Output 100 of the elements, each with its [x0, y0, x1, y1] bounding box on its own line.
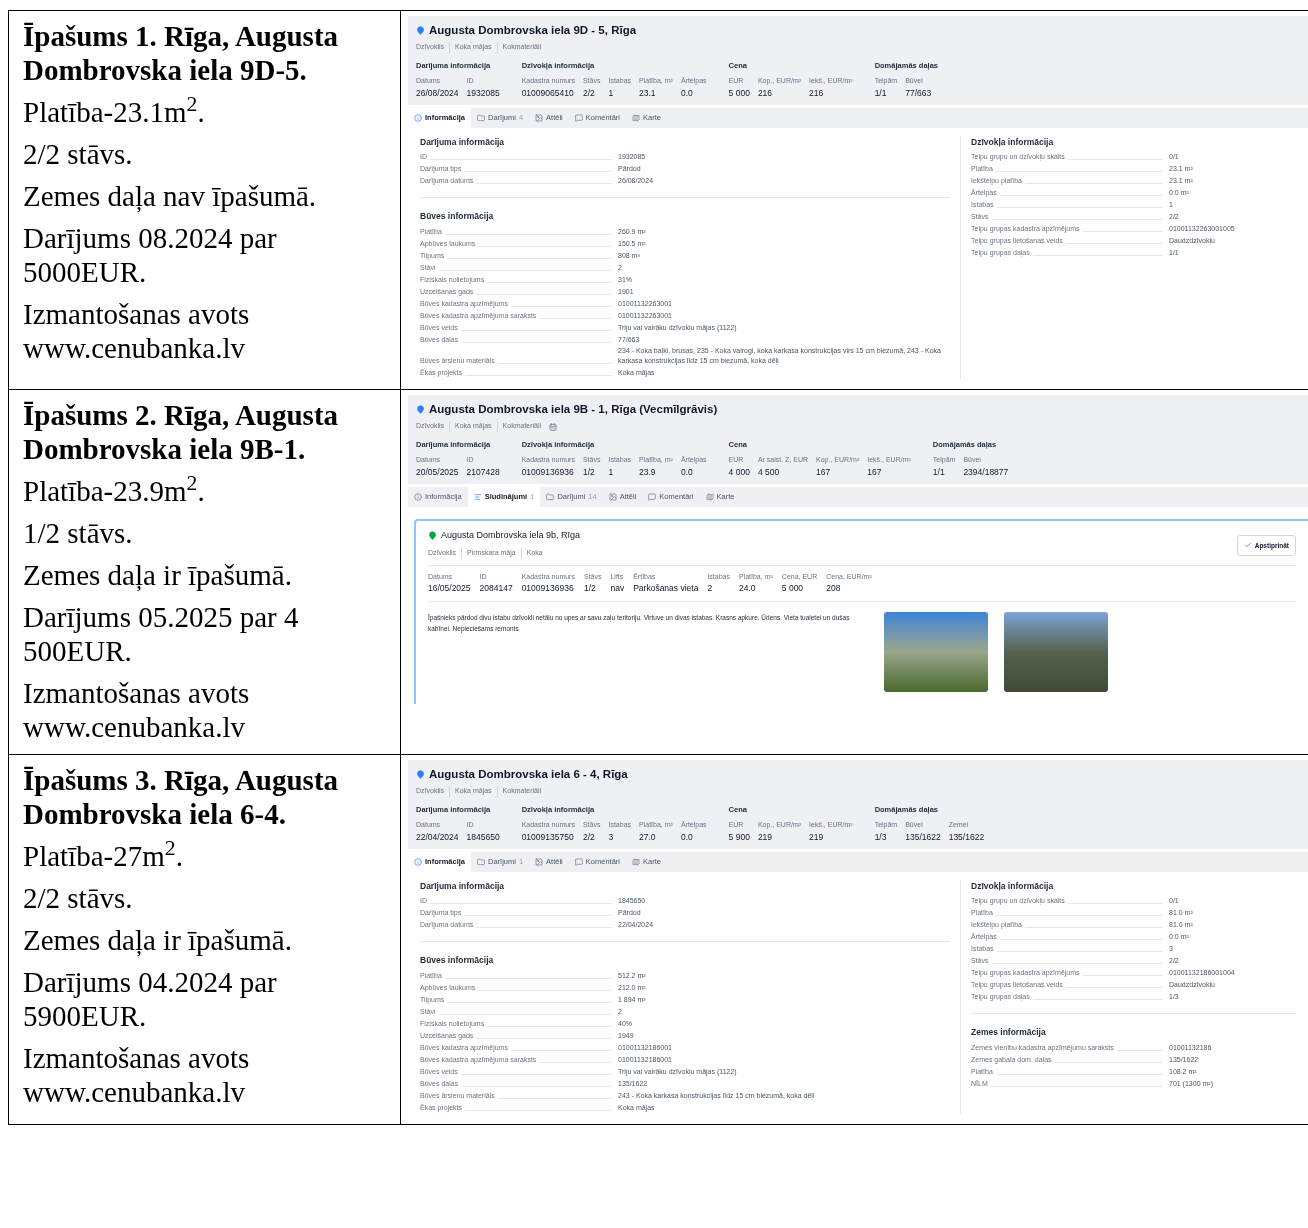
field-value: 167	[816, 465, 832, 479]
field-value: 2/2	[582, 86, 596, 100]
field-value: nav	[610, 582, 625, 595]
field-value: 1/2	[583, 582, 597, 595]
section-title: Darījuma informācija	[420, 879, 506, 893]
property-detail: 2/2 stāvs.	[23, 137, 134, 171]
field-value: 16/05/2025	[428, 582, 471, 595]
field-value: 2	[707, 582, 714, 595]
property-detail: Zemes daļa nav īpašumā.	[23, 179, 318, 213]
image-icon	[608, 492, 617, 501]
check-icon	[1243, 541, 1252, 550]
info-icon	[414, 857, 422, 866]
field-value: 22/04/2024	[416, 830, 459, 844]
folder-icon	[477, 857, 485, 866]
field-value: 2394/18877	[963, 465, 1009, 479]
property-detail: Platība-27m$^{2}$.	[23, 839, 184, 873]
info-icon	[414, 113, 422, 122]
folder-icon	[477, 113, 485, 122]
photo-placeholder[interactable]	[884, 611, 988, 692]
field-value: 0.0	[680, 86, 694, 100]
lines-icon	[473, 492, 482, 501]
field-value: 219	[809, 830, 825, 844]
field-value: 1/2	[582, 465, 596, 479]
map-icon	[705, 492, 714, 501]
field-value: 01009136936	[521, 465, 575, 479]
field-value: 20/05/2025	[416, 465, 459, 479]
field-value: 0.0	[680, 465, 694, 479]
field-value: 26/08/2024	[416, 86, 459, 100]
field-value: 0.0	[680, 830, 694, 844]
section-title: Būves informācija	[420, 210, 495, 223]
location-pin-icon	[416, 26, 425, 36]
section-title: Būves informācija	[420, 954, 495, 967]
field-value: 24.0	[738, 582, 757, 595]
field-value: 1/1	[932, 465, 946, 479]
address-title: Augusta Dombrovska iela 9B - 1, Rīga (Vecmīlgrāvis)	[429, 402, 718, 417]
field-value: 219	[757, 830, 774, 844]
field-value: 2/2	[582, 830, 596, 844]
comment-icon	[648, 492, 657, 501]
field-value: 23.9	[639, 465, 657, 479]
field-value: 3	[608, 830, 615, 844]
field-value: 01009135750	[521, 830, 575, 844]
property-detail: Izmantošanas avots www.cenubanka.lv	[23, 1041, 251, 1109]
image-icon	[535, 113, 544, 122]
property-detail: Izmantošanas avots www.cenubanka.lv	[23, 297, 251, 365]
field-value: 1845650	[466, 830, 500, 844]
field-value: 1/1	[874, 86, 888, 100]
field-value: 5 000	[781, 582, 805, 595]
section-title: Dzīvokļa informācija	[971, 135, 1055, 149]
field-value: 5 900	[728, 830, 750, 844]
map-icon	[632, 113, 640, 122]
field-value: 1	[608, 465, 615, 479]
location-pin-icon	[416, 405, 425, 415]
property-title: Īpašums 2. Rīga, Augusta Dombrovska iela 9B-1.	[23, 398, 340, 466]
address-title: Augusta Dombrovska iela 6 - 4, Rīga	[429, 767, 628, 782]
property-detail: Darījums 05.2025 par 4 500EUR.	[23, 600, 300, 668]
image-icon	[535, 857, 544, 866]
section-title: Darījuma informācija	[420, 135, 506, 149]
property-title: Īpašums 1. Rīga, Augusta Dombrovska iela 9D-5.	[23, 19, 340, 87]
section-title: Dzīvokļa informācija	[971, 879, 1055, 893]
field-value: 208	[826, 582, 842, 595]
field-value: 23.1	[639, 86, 657, 100]
calendar-icon[interactable]	[549, 422, 558, 431]
listing-title: Augusta Dombrovska iela 9b, Rīga	[441, 528, 581, 542]
property-detail: Izmantošanas avots www.cenubanka.lv	[23, 676, 251, 744]
field-value: 216	[757, 86, 774, 100]
property-detail: Darījums 04.2024 par 5900EUR.	[23, 965, 278, 1033]
property-title: Īpašums 3. Rīga, Augusta Dombrovska iela 6-4.	[23, 763, 340, 831]
field-value: 2084147	[479, 582, 513, 595]
field-value: 135/1622	[905, 830, 941, 844]
property-detail: 1/2 stāvs.	[23, 516, 134, 550]
field-value: 135/1622	[948, 830, 985, 844]
field-value: 01009136936	[521, 582, 575, 595]
field-value: 167	[867, 465, 883, 479]
field-value: 1932085	[466, 86, 500, 100]
field-value: 77/663	[905, 86, 932, 100]
property-detail: Zemes daļa ir īpašumā.	[23, 558, 293, 592]
map-icon	[632, 857, 640, 866]
field-value: 4 500	[757, 465, 781, 479]
field-value: 27.0	[639, 830, 657, 844]
field-value: Parkošanas vieta	[633, 582, 699, 595]
property-detail: Darījums 08.2024 par 5000EUR.	[23, 221, 278, 289]
field-value: 4 000	[728, 465, 750, 479]
comment-icon	[574, 857, 583, 866]
field-value: 5 000	[728, 86, 750, 100]
property-detail: 2/2 stāvs.	[23, 881, 134, 915]
field-value: 01009065410	[521, 86, 575, 100]
property-detail: Platība-23.9m$^{2}$.	[23, 474, 206, 508]
field-value: 2107428	[466, 465, 500, 479]
section-title: Zemes informācija	[971, 1026, 1047, 1039]
property-detail: Zemes daļa ir īpašumā.	[23, 923, 293, 957]
comment-icon	[574, 113, 583, 122]
photo-placeholder[interactable]	[1004, 611, 1108, 692]
location-pin-icon	[428, 530, 437, 540]
location-pin-icon	[416, 770, 425, 780]
folder-icon	[546, 492, 555, 501]
field-value: 216	[809, 86, 825, 100]
info-icon	[414, 492, 422, 501]
field-value: 1	[608, 86, 615, 100]
field-value: 1/3	[874, 830, 888, 844]
property-detail: Platība-23.1m$^{2}$.	[23, 95, 206, 129]
